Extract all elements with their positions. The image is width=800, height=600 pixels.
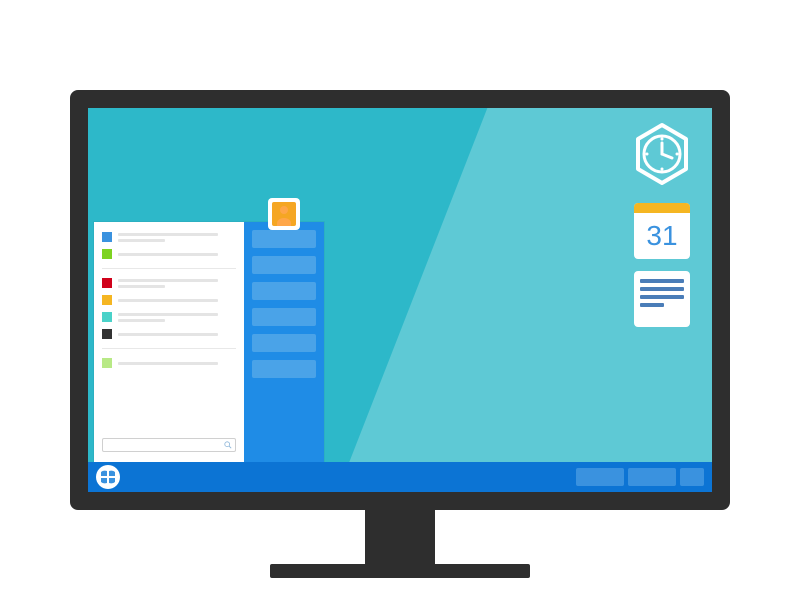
tray-item[interactable] xyxy=(680,468,704,486)
user-avatar[interactable] xyxy=(268,198,300,230)
widgets-panel: 31 xyxy=(630,122,694,327)
start-menu-item[interactable] xyxy=(102,312,236,322)
start-menu-program-list xyxy=(94,222,244,462)
clock-icon xyxy=(630,122,694,186)
start-button[interactable] xyxy=(96,465,120,489)
search-icon xyxy=(224,441,232,449)
program-icon xyxy=(102,329,112,339)
program-label xyxy=(118,233,236,242)
clock-widget[interactable] xyxy=(630,122,694,191)
start-menu-item[interactable] xyxy=(102,358,236,368)
program-icon xyxy=(102,249,112,259)
desktop[interactable]: 31 xyxy=(88,108,712,492)
tray-item[interactable] xyxy=(576,468,624,486)
note-line xyxy=(640,295,684,299)
start-menu xyxy=(94,222,324,462)
program-label xyxy=(118,333,236,336)
monitor-neck xyxy=(365,510,435,564)
avatar-icon xyxy=(272,202,296,226)
program-label xyxy=(118,279,236,288)
note-line xyxy=(640,303,664,307)
menu-divider xyxy=(102,268,236,269)
windows-logo-icon xyxy=(100,469,116,485)
note-line xyxy=(640,287,684,291)
start-menu-item[interactable] xyxy=(102,249,236,259)
program-label xyxy=(118,253,236,256)
program-icon xyxy=(102,312,112,322)
start-menu-item[interactable] xyxy=(102,329,236,339)
start-menu-side-panel xyxy=(244,222,324,462)
program-label xyxy=(118,362,236,365)
side-panel-button[interactable] xyxy=(252,360,316,378)
calendar-header xyxy=(634,203,690,213)
tray-item[interactable] xyxy=(628,468,676,486)
start-menu-search-input[interactable] xyxy=(102,438,236,452)
start-menu-item[interactable] xyxy=(102,295,236,305)
side-panel-button[interactable] xyxy=(252,282,316,300)
monitor-frame: 31 xyxy=(70,90,730,510)
side-panel-button[interactable] xyxy=(252,256,316,274)
program-icon xyxy=(102,358,112,368)
side-panel-button[interactable] xyxy=(252,230,316,248)
program-label xyxy=(118,313,236,322)
program-icon xyxy=(102,295,112,305)
program-icon xyxy=(102,278,112,288)
program-label xyxy=(118,299,236,302)
note-line xyxy=(640,279,684,283)
side-panel-button[interactable] xyxy=(252,334,316,352)
program-icon xyxy=(102,232,112,242)
calendar-day: 31 xyxy=(634,213,690,259)
note-widget[interactable] xyxy=(634,271,690,327)
side-panel-button[interactable] xyxy=(252,308,316,326)
system-tray xyxy=(576,468,704,486)
monitor-base xyxy=(270,564,530,578)
taskbar xyxy=(88,462,712,492)
start-menu-item[interactable] xyxy=(102,232,236,242)
menu-divider xyxy=(102,348,236,349)
calendar-widget[interactable]: 31 xyxy=(634,203,690,259)
start-menu-item[interactable] xyxy=(102,278,236,288)
